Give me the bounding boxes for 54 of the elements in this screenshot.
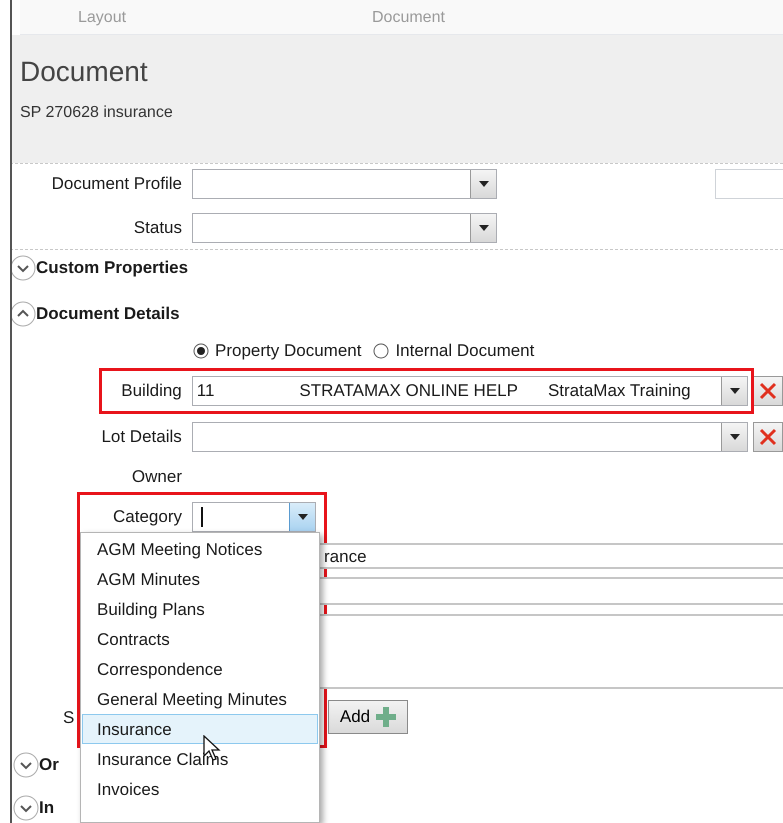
text-field[interactable] xyxy=(318,577,783,605)
text-field[interactable] xyxy=(715,169,783,199)
caret-icon xyxy=(478,225,488,231)
field-label: Owner xyxy=(130,466,182,488)
text-cursor xyxy=(201,507,203,527)
field-label: Document Profile xyxy=(50,173,182,196)
dropdown-option[interactable]: Correspondence xyxy=(82,654,318,684)
plus-icon xyxy=(376,707,396,727)
radio-option[interactable]: Internal Document xyxy=(373,338,534,364)
delete-button[interactable] xyxy=(753,422,783,452)
dropdown-option[interactable]: AGM Meeting Notices xyxy=(82,534,318,564)
field-value: StrataMax Training xyxy=(548,380,691,402)
field-label: Lot Details xyxy=(100,426,182,448)
expand-icon[interactable] xyxy=(13,752,39,778)
expand-icon[interactable] xyxy=(13,795,39,821)
section-title[interactable]: Document Details xyxy=(36,301,180,327)
section-title[interactable]: In xyxy=(39,795,54,821)
combo-box[interactable]: 11 STRATAMAX ONLINE HELP StrataMax Training xyxy=(192,376,748,406)
page-title: Document xyxy=(20,55,149,89)
radio-option[interactable]: Property Document xyxy=(193,338,362,364)
section-title[interactable]: Custom Properties xyxy=(36,255,188,281)
text-field[interactable]: rance xyxy=(318,543,783,569)
field-value: 11 xyxy=(196,380,214,402)
radio-button[interactable] xyxy=(373,343,390,359)
dropdown-option[interactable]: Building Plans xyxy=(82,594,318,624)
dropdown-button[interactable] xyxy=(289,503,315,531)
dropdown-option[interactable]: General Meeting Minutes xyxy=(82,684,318,714)
close-icon xyxy=(759,428,777,446)
dropdown-button[interactable] xyxy=(721,423,747,451)
dropdown-button[interactable] xyxy=(470,214,496,242)
radio-button[interactable] xyxy=(193,343,209,359)
close-icon xyxy=(759,382,777,400)
text-field[interactable] xyxy=(318,614,783,689)
caret-icon xyxy=(478,181,488,187)
section-title[interactable]: Or xyxy=(39,752,59,778)
dropdown-option[interactable]: Insurance xyxy=(82,714,318,744)
field-label: S xyxy=(63,707,74,729)
field-value: STRATAMAX ONLINE HELP xyxy=(299,380,518,402)
dropdown-button[interactable] xyxy=(470,170,496,198)
dropdown-option[interactable]: AGM Minutes xyxy=(82,564,318,594)
caret-icon xyxy=(730,388,740,394)
dropdown-button[interactable] xyxy=(721,377,747,405)
add-button[interactable]: Add xyxy=(328,700,408,734)
field-label: Building xyxy=(120,380,182,402)
delete-button[interactable] xyxy=(753,376,783,406)
field-label: Category xyxy=(112,506,182,528)
caret-icon xyxy=(298,514,308,520)
dropdown-option[interactable]: Contracts xyxy=(82,624,318,654)
dropdown-option[interactable]: Invoices xyxy=(82,774,318,804)
page-subtitle: SP 270628 insurance xyxy=(20,103,174,123)
caret-icon xyxy=(730,434,740,440)
field-label: Status xyxy=(132,217,182,240)
expand-icon[interactable] xyxy=(10,255,36,281)
collapse-icon[interactable] xyxy=(10,301,36,327)
